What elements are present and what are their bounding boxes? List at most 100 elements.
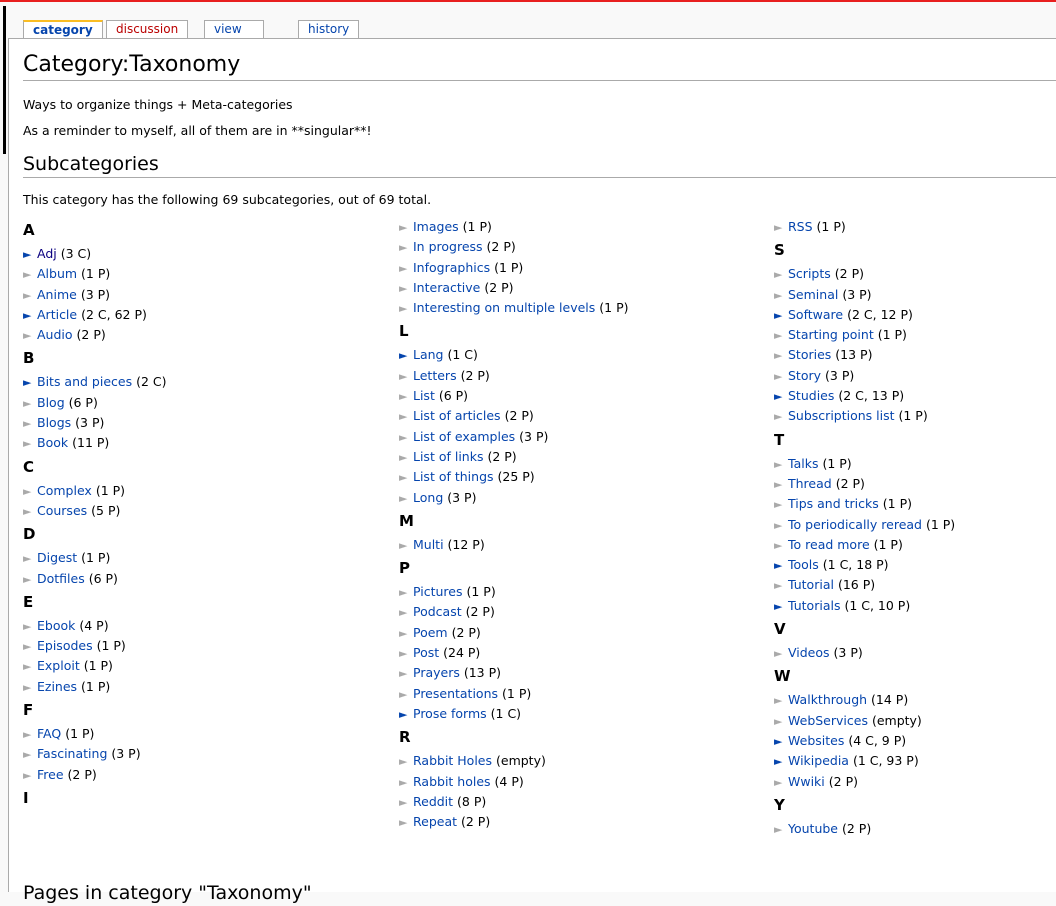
subcategory-count: (2 P) xyxy=(451,624,481,640)
subcategory-link[interactable]: Subscriptions list xyxy=(788,408,895,423)
expand-arrow-icon[interactable]: ► xyxy=(774,556,788,576)
subcategory-link[interactable]: Post xyxy=(413,645,439,660)
subcategory-link[interactable]: To periodically reread xyxy=(788,517,922,532)
subcategory-link[interactable]: Prayers xyxy=(413,665,460,680)
leaf-arrow-icon: ► xyxy=(399,261,408,275)
subcategory-link[interactable]: Wikipedia xyxy=(788,753,849,768)
subcategory-link[interactable]: Talks xyxy=(788,456,818,471)
subcategory-link[interactable]: Tutorials xyxy=(788,598,840,613)
subcategory-link[interactable]: FAQ xyxy=(37,726,61,741)
subcategory-link[interactable]: Stories xyxy=(788,347,831,362)
leaf-arrow-icon: ► xyxy=(23,288,32,302)
subcategory-link[interactable]: List of links xyxy=(413,449,483,464)
subcategory-link[interactable]: Tips and tricks xyxy=(788,496,879,511)
expand-arrow-icon[interactable]: ► xyxy=(399,346,413,366)
subcategory-link[interactable]: Digest xyxy=(37,550,77,565)
subcategory-count: (25 P) xyxy=(497,469,535,485)
subcategory-link[interactable]: List of things xyxy=(413,469,494,484)
expand-arrow-icon[interactable]: ► xyxy=(774,597,788,617)
subcategory-link[interactable]: Blog xyxy=(37,395,65,410)
subcategory-item: ► List of examples (3 P) xyxy=(399,427,628,447)
subcategory-item: ► To periodically reread (1 P) xyxy=(774,515,955,535)
subcategory-link[interactable]: Repeat xyxy=(413,814,457,829)
subcategory-item: ► Prayers (13 P) xyxy=(399,663,628,683)
subcategory-link[interactable]: Wwiki xyxy=(788,774,825,789)
subcategory-link[interactable]: Exploit xyxy=(37,658,80,673)
subcategory-link[interactable]: Prose forms xyxy=(413,706,487,721)
expand-arrow-icon[interactable]: ► xyxy=(774,387,788,407)
subcategory-link[interactable]: Thread xyxy=(788,476,832,491)
subcategory-link[interactable]: List of articles xyxy=(413,408,501,423)
subcategory-link[interactable]: Letters xyxy=(413,368,457,383)
expand-arrow-icon[interactable]: ► xyxy=(23,306,37,326)
subcategory-item: ► Fascinating (3 P) xyxy=(23,744,167,764)
tab-category[interactable]: category xyxy=(23,20,103,40)
subcategory-link[interactable]: Walkthrough xyxy=(788,692,867,707)
subcategory-link[interactable]: Rabbit Holes xyxy=(413,753,492,768)
tab-discussion[interactable]: discussion xyxy=(106,20,189,38)
subcategory-link[interactable]: Multi xyxy=(413,537,444,552)
subcategory-count: (3 P) xyxy=(75,415,105,431)
subcategory-link[interactable]: Complex xyxy=(37,483,92,498)
letter-group: B ► Bits and pieces (2 C) ► Blog (6 P) ► Blogs… xyxy=(23,348,167,453)
expand-arrow-icon[interactable]: ► xyxy=(23,373,37,393)
subcategory-link[interactable]: Pictures xyxy=(413,584,463,599)
subcategory-link[interactable]: Interesting on multiple levels xyxy=(413,300,595,315)
expand-arrow-icon[interactable]: ► xyxy=(774,306,788,326)
letter-group: T ► Talks (1 P) ► Thread (2 P) ► Tips and tric… xyxy=(774,430,955,616)
subcategory-link[interactable]: Rabbit holes xyxy=(413,774,491,789)
subcategory-link[interactable]: Reddit xyxy=(413,794,453,809)
subcategory-link[interactable]: List of examples xyxy=(413,429,515,444)
leaf-arrow-icon: ► xyxy=(774,457,783,471)
subcategory-link[interactable]: Images xyxy=(413,219,459,234)
subcategory-link[interactable]: List xyxy=(413,388,435,403)
subcategory-link[interactable]: Interactive xyxy=(413,280,480,295)
subcategory-link[interactable]: Blogs xyxy=(37,415,71,430)
subcategory-link[interactable]: Youtube xyxy=(788,821,838,836)
subcategory-link[interactable]: Websites xyxy=(788,733,844,748)
subcategory-link[interactable]: Tools xyxy=(788,557,819,572)
subcategory-link[interactable]: Lang xyxy=(413,347,443,362)
subcategory-link[interactable]: Poem xyxy=(413,625,448,640)
subcategory-link[interactable]: Article xyxy=(37,307,77,322)
subcategory-link[interactable]: Infographics xyxy=(413,260,490,275)
tab-view-source[interactable]: view source xyxy=(204,20,264,53)
expand-arrow-icon[interactable]: ► xyxy=(774,732,788,752)
subcategory-link[interactable]: Podcast xyxy=(413,604,462,619)
letter-group: D ► Digest (1 P) ► Dotfiles (6 P) xyxy=(23,524,167,589)
subcategory-item: ► Bits and pieces (2 C) xyxy=(23,372,167,392)
subcategory-link[interactable]: Tutorial xyxy=(788,577,834,592)
subcategory-link[interactable]: Ebook xyxy=(37,618,75,633)
subcategory-link[interactable]: To read more xyxy=(788,537,870,552)
tab-history[interactable]: history xyxy=(298,20,360,38)
subcategory-link[interactable]: Album xyxy=(37,266,77,281)
subcategory-link[interactable]: Anime xyxy=(37,287,77,302)
subcategory-link[interactable]: Audio xyxy=(37,327,73,342)
expand-arrow-icon[interactable]: ► xyxy=(399,705,413,725)
subcategory-link[interactable]: Seminal xyxy=(788,287,838,302)
subcategory-link[interactable]: Scripts xyxy=(788,266,831,281)
expand-arrow-icon[interactable]: ► xyxy=(23,245,37,265)
subcategory-link[interactable]: Bits and pieces xyxy=(37,374,132,389)
subcategory-link[interactable]: Studies xyxy=(788,388,834,403)
subcategory-link[interactable]: Adj xyxy=(37,246,57,261)
subcategory-count: (13 P) xyxy=(835,347,873,363)
subcategory-link[interactable]: Ezines xyxy=(37,679,77,694)
subcategory-link[interactable]: Presentations xyxy=(413,686,498,701)
subcategory-link[interactable]: Dotfiles xyxy=(37,571,85,586)
subcategory-link[interactable]: Free xyxy=(37,767,64,782)
subcategory-link[interactable]: Courses xyxy=(37,503,87,518)
letter-group: A ► Adj (3 C) ► Album (1 P) ► Anime (3 P) ► Arti… xyxy=(23,220,167,345)
subcategory-link[interactable]: Book xyxy=(37,435,68,450)
subcategory-link[interactable]: Videos xyxy=(788,645,830,660)
subcategory-link[interactable]: Story xyxy=(788,368,821,383)
subcategory-link[interactable]: Starting point xyxy=(788,327,874,342)
expand-arrow-icon[interactable]: ► xyxy=(774,752,788,772)
subcategory-link[interactable]: Episodes xyxy=(37,638,93,653)
subcategory-link[interactable]: WebServices xyxy=(788,713,868,728)
subcategory-link[interactable]: Long xyxy=(413,490,443,505)
subcategory-link[interactable]: Software xyxy=(788,307,843,322)
subcategory-link[interactable]: Fascinating xyxy=(37,746,107,761)
subcategory-link[interactable]: RSS xyxy=(788,219,813,234)
subcategory-link[interactable]: In progress xyxy=(413,239,483,254)
